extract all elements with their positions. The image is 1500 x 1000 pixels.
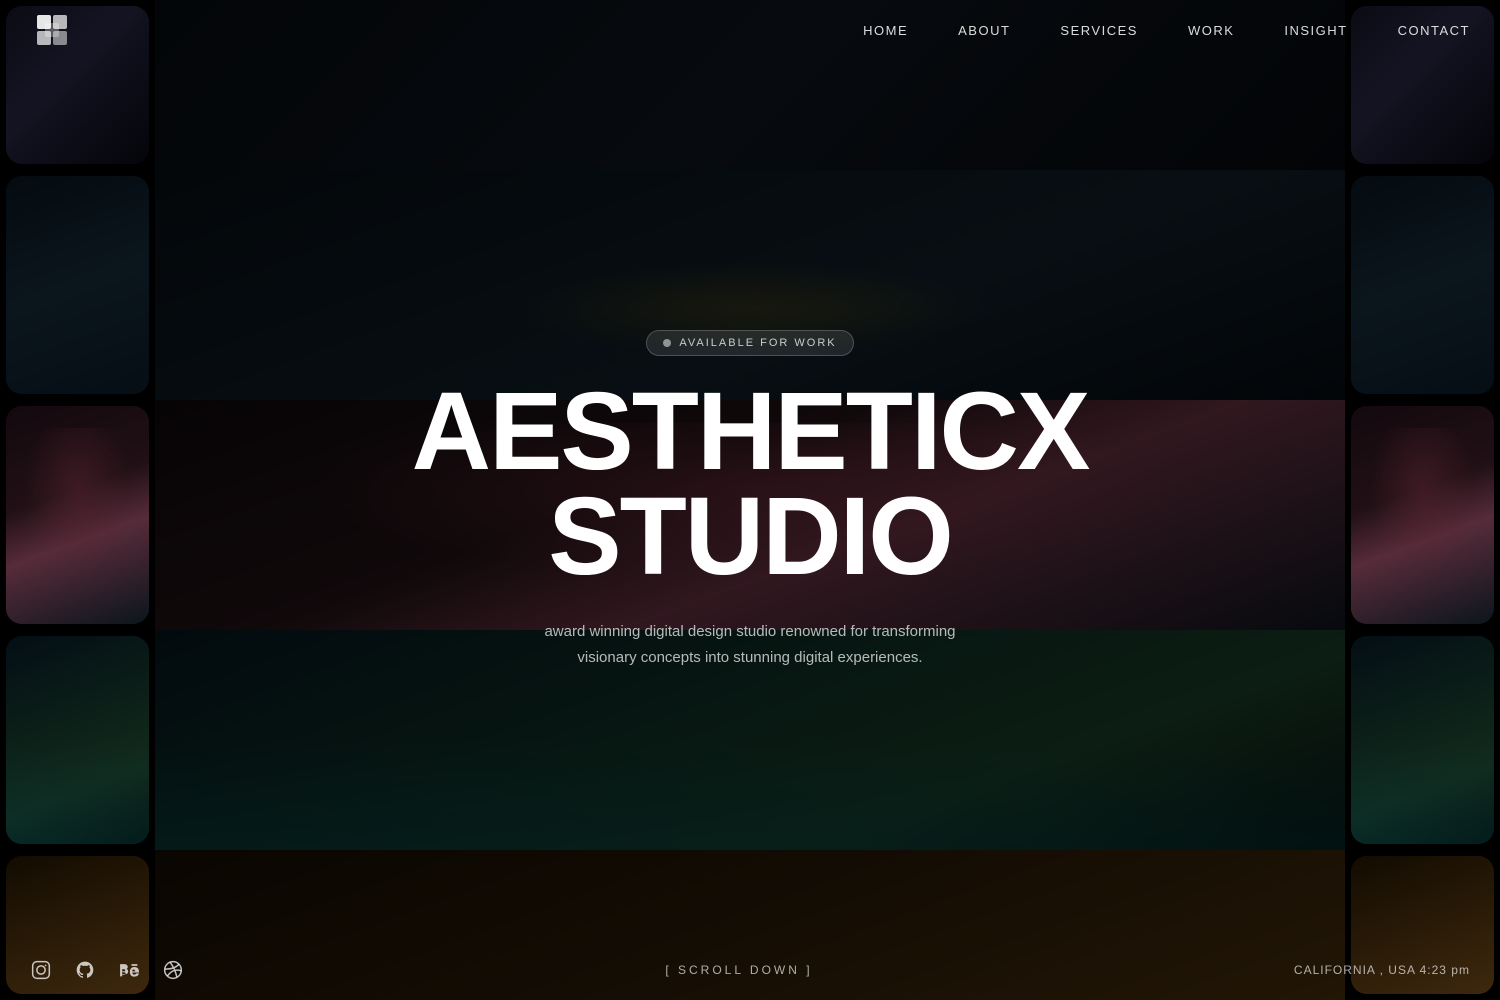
badge-dot (663, 339, 671, 347)
badge-label: AVAILABLE FOR WORK (679, 337, 836, 349)
logo[interactable] (30, 8, 74, 52)
bg-cell-island-left (6, 636, 149, 844)
instagram-icon[interactable] (30, 959, 52, 981)
social-icons (30, 959, 184, 981)
location-time: CALIFORNIA , USA 4:23 pm (1294, 963, 1470, 977)
bg-cell-tree-left (6, 406, 149, 624)
available-badge: AVAILABLE FOR WORK (646, 330, 853, 356)
bg-cell-car-right (1351, 176, 1494, 394)
nav-home[interactable]: HOME (863, 23, 908, 38)
dribbble-icon[interactable] (162, 959, 184, 981)
hero-title-line2: STUDIO (548, 475, 952, 598)
hero-title: AESTHETICX STUDIO (400, 380, 1100, 589)
hero-section: AVAILABLE FOR WORK AESTHETICX STUDIO awa… (400, 330, 1100, 670)
bg-cell-car-left (6, 176, 149, 394)
bg-cell-island-right (1351, 636, 1494, 844)
bg-cell-tree-right (1351, 406, 1494, 624)
github-icon[interactable] (74, 959, 96, 981)
nav-contact[interactable]: CONTACT (1398, 23, 1470, 38)
header: HOME ABOUT SERVICES WORK INSIGHT CONTACT (0, 0, 1500, 60)
nav-about[interactable]: ABOUT (958, 23, 1010, 38)
nav: HOME ABOUT SERVICES WORK INSIGHT CONTACT (863, 23, 1470, 38)
behance-icon[interactable] (118, 959, 140, 981)
hero-subtitle: award winning digital design studio reno… (535, 619, 965, 670)
nav-services[interactable]: SERVICES (1060, 23, 1138, 38)
footer: [ SCROLL DOWN ] CALIFORNIA , USA 4:23 pm (0, 940, 1500, 1000)
nav-work[interactable]: WORK (1188, 23, 1234, 38)
nav-insight[interactable]: INSIGHT (1284, 23, 1347, 38)
scroll-cta[interactable]: [ SCROLL DOWN ] (665, 963, 812, 977)
